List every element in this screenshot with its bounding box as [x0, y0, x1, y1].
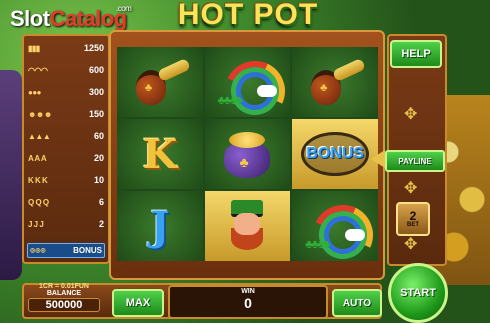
pot-of-gold-icon: ♣	[219, 128, 275, 180]
paytable-row: K K K 10	[28, 172, 104, 188]
autoplay-button[interactable]: AUTO	[332, 289, 382, 317]
pipe-icon: ♣	[132, 57, 191, 105]
paytable-row: ●●● 300	[28, 84, 104, 100]
paytable-value: 1250	[83, 43, 104, 53]
leprechaun-icon: ☻☻☻	[28, 109, 52, 119]
paytable-value: 600	[88, 65, 104, 75]
payline-button[interactable]: PAYLINE	[385, 150, 445, 172]
reel-cell-bonus: BONUS	[292, 119, 378, 189]
reel-cell-pot-of-gold: ♣	[204, 119, 291, 189]
paytable-value: 10	[93, 175, 104, 185]
rainbow-icon: ◠◠◠	[28, 65, 48, 75]
paytable-symbol: Q Q Q	[28, 197, 49, 207]
paytable-row: A A A 20	[28, 150, 104, 166]
reel-cell-rainbow: ♣♣♣♣	[204, 47, 291, 117]
pipe-icon: ♣	[307, 57, 367, 105]
hat-icon: ▲▲▲	[28, 131, 51, 141]
pot-decoration-left	[0, 70, 22, 280]
paytable-bonus-label: BONUS	[73, 246, 102, 255]
win-label: WIN	[241, 288, 255, 295]
pipe-icon: ▮▮▮	[28, 43, 40, 53]
celtic-knot-icon: ✥	[404, 180, 418, 197]
rainbow-icon: ♣♣♣♣	[217, 52, 291, 117]
help-button[interactable]: HELP	[390, 40, 442, 68]
balance-value: 500000	[28, 298, 100, 312]
paytable-row: ▮▮▮ 1250	[28, 40, 104, 56]
balance-label: BALANCE	[46, 290, 82, 297]
reel-cell-pipe: ♣	[292, 47, 378, 117]
max-bet-button[interactable]: MAX	[112, 289, 164, 317]
rainbow-icon: ♣♣♣♣	[304, 196, 378, 261]
bonus-symbol: BONUS	[301, 132, 370, 176]
payline-arrow-icon	[371, 150, 385, 168]
reel-cell-rainbow: ♣♣♣♣	[292, 191, 378, 261]
paytable-bonus-row: ◎◎◎ BONUS	[27, 243, 105, 258]
logo-slot: Slot	[10, 6, 50, 31]
paytable-row: ☻☻☻ 150	[28, 106, 104, 122]
start-spin-button[interactable]: START	[388, 263, 448, 323]
reel-cell-k: K	[117, 119, 203, 189]
paytable-row: ▲▲▲ 60	[28, 128, 104, 144]
win-value: 0	[244, 295, 252, 311]
k-symbol: K	[142, 130, 178, 178]
celtic-knot-icon: ✥	[404, 236, 418, 253]
paytable-value: 2	[98, 219, 104, 229]
paytable-value: 6	[98, 197, 104, 207]
reel-cell-leprechaun	[204, 191, 291, 261]
paytable-row: Q Q Q 6	[28, 194, 104, 210]
leprechaun-icon	[219, 198, 275, 254]
paytable-row: J J J 2	[28, 216, 104, 232]
bet-label: BET	[407, 222, 419, 228]
paytable-value: 150	[88, 109, 104, 119]
paytable-value: 20	[93, 153, 104, 163]
bonus-icon: ◎◎◎	[30, 248, 46, 254]
paytable-symbol: A A A	[28, 153, 47, 163]
reel-cell-pipe: ♣	[117, 47, 203, 117]
reels-grid: ♣ ♣♣♣♣ ♣ K ♣ BONUS J ♣♣♣♣	[117, 47, 378, 261]
celtic-knot-icon: ✥	[404, 106, 418, 123]
j-symbol: J	[150, 202, 170, 250]
reel-cell-j: J	[117, 191, 203, 261]
pot-icon: ●●●	[28, 87, 42, 97]
win-display: WIN 0	[168, 285, 328, 319]
paytable-value: 60	[93, 131, 104, 141]
paytable-value: 300	[88, 87, 104, 97]
bet-display[interactable]: 2 BET	[396, 202, 430, 236]
paytable-symbol: K K K	[28, 175, 48, 185]
paytable-row: ◠◠◠ 600	[28, 62, 104, 78]
balance-box: 1CR = 0.01FUN BALANCE 500000	[24, 281, 104, 319]
bet-value: 2	[409, 209, 417, 223]
paytable: ▮▮▮ 1250 ◠◠◠ 600 ●●● 300 ☻☻☻ 150 ▲▲▲ 60 …	[22, 34, 110, 264]
watermark-logo: SlotCatalog .com	[10, 4, 132, 32]
paytable-symbol: J J J	[28, 219, 44, 229]
credit-info: 1CR = 0.01FUN	[39, 283, 89, 290]
